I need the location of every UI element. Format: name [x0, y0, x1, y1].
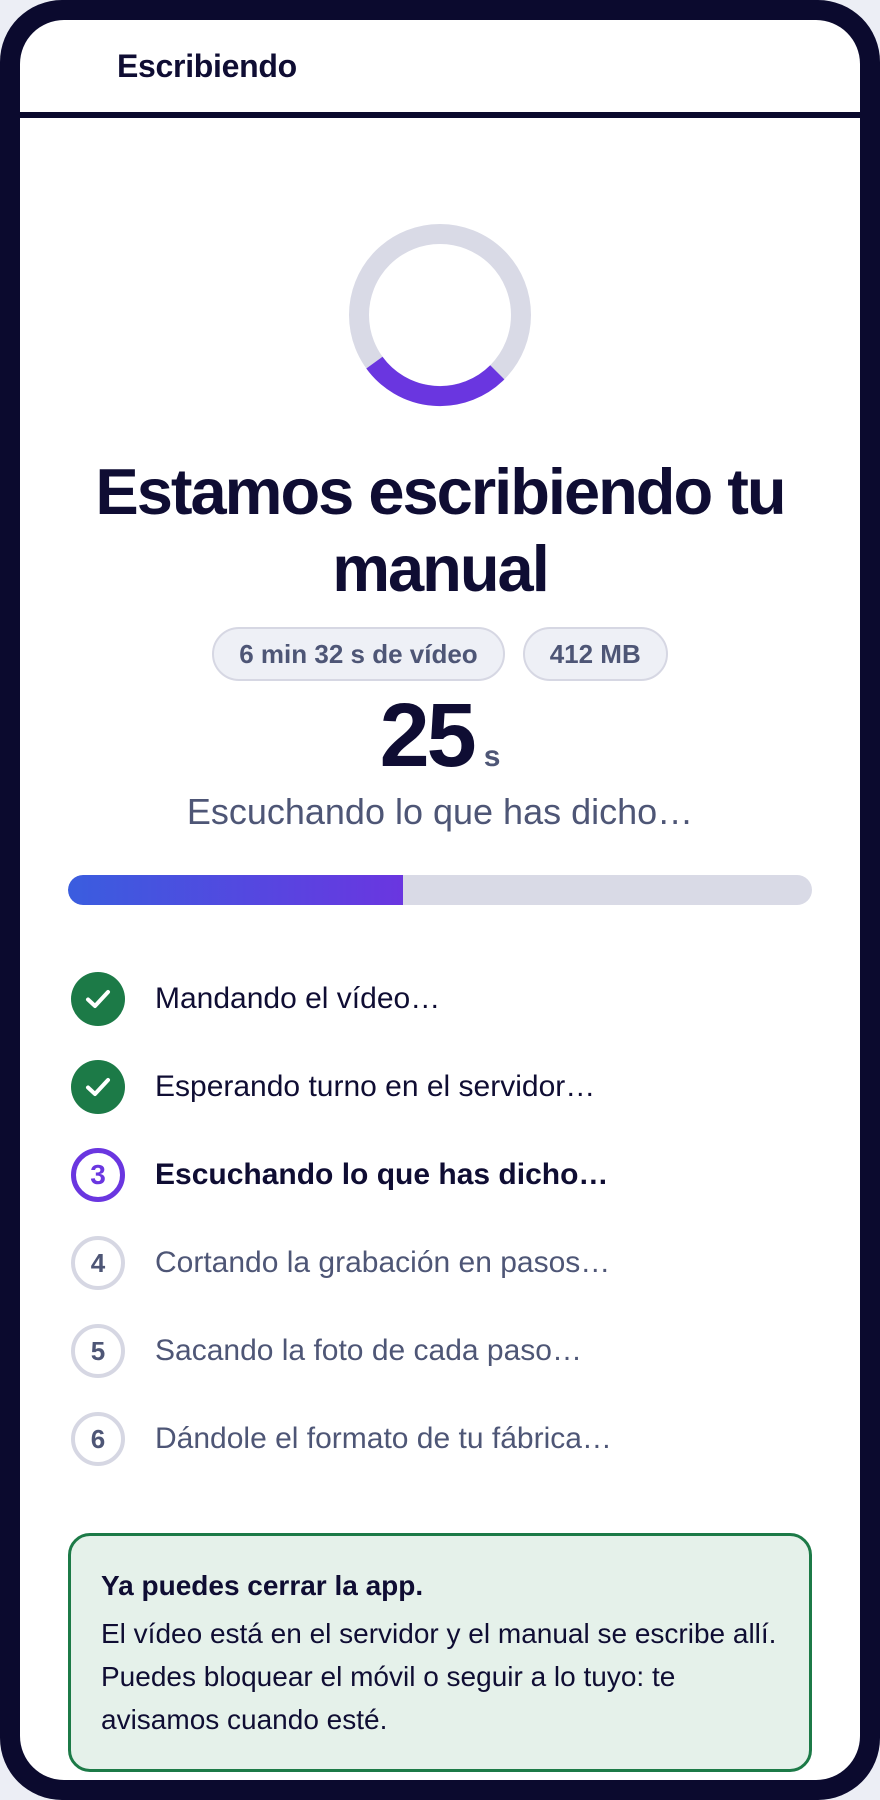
- check-icon: [86, 1078, 110, 1096]
- video-size-chip: 412 MB: [522, 627, 668, 681]
- step-label: Escuchando lo que has dicho…: [155, 1158, 609, 1191]
- spinner-ring-icon: [349, 224, 531, 407]
- video-duration-chip: 6 min 32 s de vídeo: [212, 627, 505, 681]
- device-frame: Escribiendo Estamos escribiendo tu manua…: [0, 0, 880, 1800]
- step-label: Dándole el formato de tu fábrica…: [155, 1422, 612, 1455]
- step-label: Cortando la grabación en pasos…: [155, 1246, 611, 1279]
- step-label: Esperando turno en el servidor…: [155, 1070, 596, 1103]
- step-item: 3 Escuchando lo que has dicho…: [68, 1131, 812, 1219]
- step-number-badge: 5: [71, 1324, 125, 1378]
- notice-body: El vídeo está en el servidor y el manual…: [101, 1618, 777, 1735]
- step-done-badge: [71, 972, 125, 1026]
- loading-spinner: [68, 223, 812, 407]
- step-item: 6 Dándole el formato de tu fábrica…: [68, 1395, 812, 1483]
- step-item: 5 Sacando la foto de cada paso…: [68, 1307, 812, 1395]
- processing-panel: Estamos escribiendo tu manual 6 min 32 s…: [20, 223, 860, 1772]
- step-done-badge: [71, 1060, 125, 1114]
- timer-unit: s: [483, 740, 501, 773]
- safe-to-close-notice: Ya puedes cerrar la app. El vídeo está e…: [68, 1533, 812, 1772]
- processing-headline: Estamos escribiendo tu manual: [95, 455, 786, 605]
- check-icon: [86, 990, 110, 1008]
- timer-value: 25: [379, 686, 477, 786]
- notice-title: Ya puedes cerrar la app.: [101, 1570, 424, 1601]
- current-status-text: Escuchando lo que has dicho…: [186, 791, 694, 832]
- step-item: 4 Cortando la grabación en pasos…: [68, 1219, 812, 1307]
- step-number-badge: 4: [71, 1236, 125, 1290]
- progress-bar: [68, 875, 812, 905]
- top-bar: Escribiendo: [20, 20, 860, 118]
- step-label: Mandando el vídeo…: [155, 982, 441, 1015]
- step-number-badge: 6: [71, 1412, 125, 1466]
- step-label: Sacando la foto de cada paso…: [155, 1334, 582, 1367]
- step-item: Mandando el vídeo…: [68, 955, 812, 1043]
- steps-list: Mandando el vídeo… Esperando turno en el…: [68, 955, 812, 1483]
- progress-bar-fill: [68, 875, 403, 905]
- page-title: Escribiendo: [117, 47, 297, 84]
- video-info-chips: 6 min 32 s de vídeo 412 MB: [68, 627, 812, 681]
- step-item: Esperando turno en el servidor…: [68, 1043, 812, 1131]
- app-screen: Escribiendo Estamos escribiendo tu manua…: [20, 20, 860, 1780]
- elapsed-timer: 25 s: [68, 691, 812, 781]
- step-number-badge: 3: [71, 1148, 125, 1202]
